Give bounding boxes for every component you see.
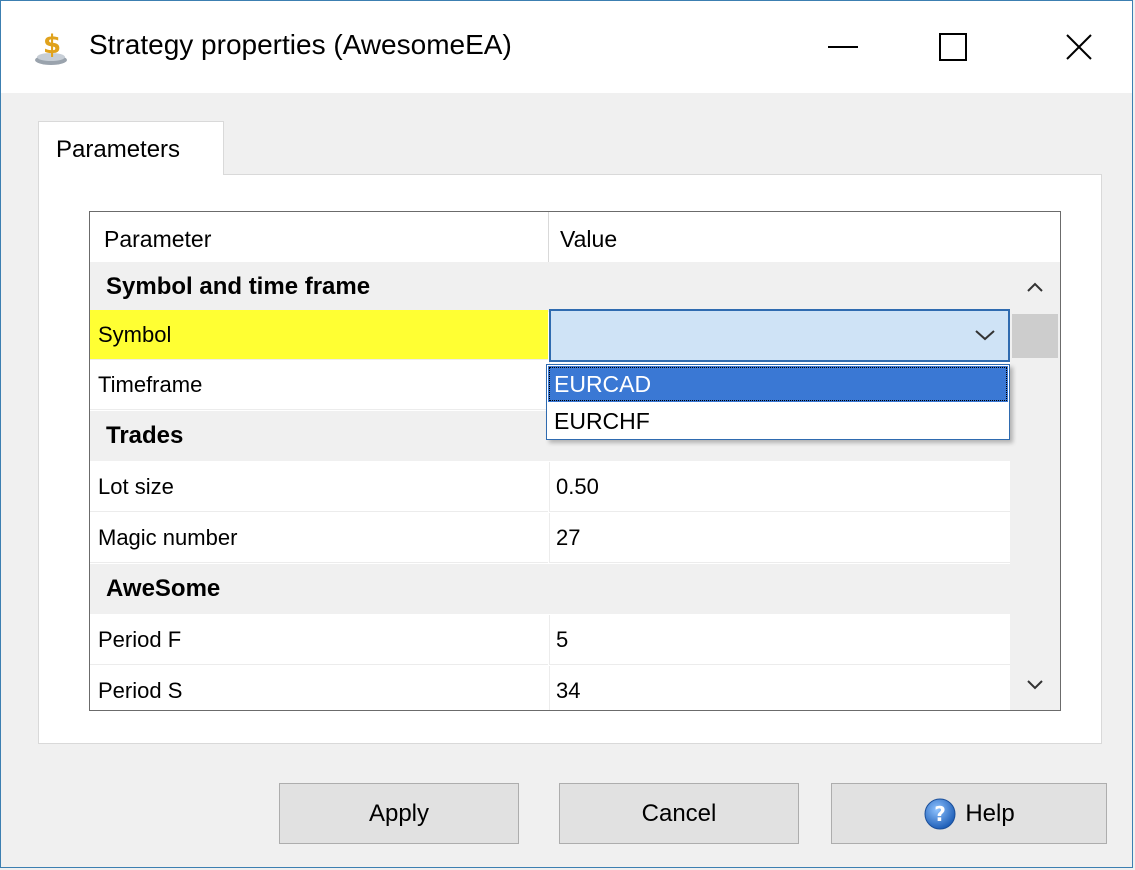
param-value[interactable]: 0.50 — [549, 462, 1010, 512]
tab-parameters[interactable]: Parameters — [38, 121, 224, 175]
strategy-properties-window: $ Strategy properties (AwesomeEA) Parame… — [0, 0, 1133, 868]
symbol-combobox[interactable] — [549, 309, 1010, 362]
param-label: Timeframe — [90, 360, 548, 410]
chevron-down-icon — [975, 330, 995, 341]
minimize-button[interactable] — [788, 1, 898, 93]
param-row-period-f[interactable]: Period F 5 — [90, 615, 1010, 666]
section-row[interactable]: AweSome — [90, 564, 1010, 615]
close-icon — [1066, 34, 1092, 60]
help-button-label: Help — [965, 799, 1015, 827]
header-divider — [548, 212, 549, 262]
vertical-scrollbar[interactable] — [1010, 262, 1060, 710]
maximize-icon — [939, 33, 967, 61]
cancel-button[interactable]: Cancel — [559, 783, 799, 844]
chevron-down-icon — [1027, 680, 1043, 690]
dropdown-option-eurcad[interactable]: EURCAD — [548, 366, 1008, 402]
scroll-up-button[interactable] — [1010, 262, 1060, 312]
scrollbar-thumb[interactable] — [1012, 314, 1058, 358]
param-row-lot-size[interactable]: Lot size 0.50 — [90, 462, 1010, 513]
close-button[interactable] — [1024, 1, 1134, 93]
help-icon: ? — [924, 798, 956, 829]
minimize-icon — [828, 46, 858, 48]
apply-button[interactable]: Apply — [279, 783, 519, 844]
param-row-period-s[interactable]: Period S 34 — [90, 666, 1010, 710]
param-label: Lot size — [90, 462, 548, 512]
title-bar: $ Strategy properties (AwesomeEA) — [1, 1, 1132, 93]
strategy-dollar-icon: $ — [35, 30, 67, 65]
section-label: Symbol and time frame — [90, 262, 1010, 312]
help-button[interactable]: ? Help — [831, 783, 1107, 844]
maximize-button[interactable] — [898, 1, 1008, 93]
param-label: Symbol — [90, 310, 548, 360]
svg-text:?: ? — [935, 802, 947, 826]
param-label: Magic number — [90, 513, 548, 563]
section-row[interactable]: Symbol and time frame — [90, 262, 1010, 313]
grid-header: Parameter Value — [90, 212, 1060, 262]
parameters-grid: Parameter Value Symbol and time frame Sy… — [89, 211, 1061, 711]
tab-parameters-label: Parameters — [56, 136, 181, 163]
window-title: Strategy properties (AwesomeEA) — [89, 29, 512, 60]
header-parameter[interactable]: Parameter — [104, 226, 211, 253]
param-value[interactable]: 27 — [549, 513, 1010, 563]
apply-button-label: Apply — [368, 799, 430, 827]
param-row-magic-number[interactable]: Magic number 27 — [90, 513, 1010, 564]
dropdown-option-eurchf[interactable]: EURCHF — [548, 403, 1008, 439]
symbol-dropdown-list: EURCAD EURCHF — [546, 364, 1010, 440]
param-label: Period S — [90, 666, 548, 710]
cancel-button-label: Cancel — [641, 799, 717, 827]
section-label: AweSome — [90, 564, 1010, 614]
param-value[interactable]: 34 — [549, 666, 1010, 710]
header-value[interactable]: Value — [560, 226, 617, 253]
param-value[interactable]: 5 — [549, 615, 1010, 665]
param-label: Period F — [90, 615, 548, 665]
chevron-up-icon — [1027, 282, 1043, 292]
svg-text:$: $ — [43, 30, 61, 60]
scroll-down-button[interactable] — [1010, 660, 1060, 710]
